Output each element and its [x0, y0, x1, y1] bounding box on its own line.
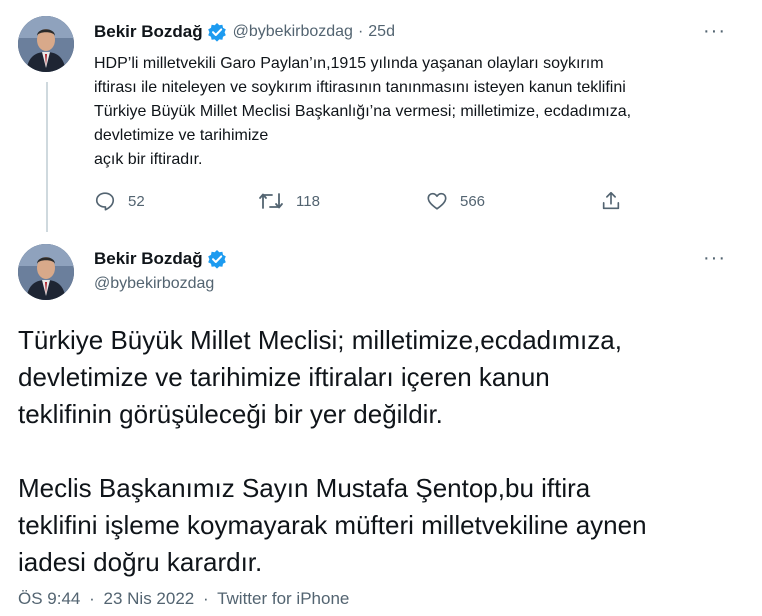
- share-icon: [602, 191, 620, 210]
- meta-separator: ·: [202, 589, 209, 608]
- like-button[interactable]: 566: [426, 190, 485, 212]
- tweet-text-line: teklifinin görüşüleceği bir yer değildir…: [18, 399, 443, 429]
- verified-badge-icon: [207, 249, 227, 269]
- tweet-header: Bekir Bozdağ @bybekirbozdag · 25d: [94, 22, 395, 42]
- tweet-text-line: devletimize ve tarihimize iftiraları içe…: [18, 362, 550, 392]
- tweet-text-line: Türkiye Büyük Millet Meclisi; milletimiz…: [18, 325, 622, 355]
- avatar[interactable]: [18, 244, 74, 300]
- thread-connector-line: [46, 82, 48, 232]
- verified-badge-icon: [207, 22, 227, 42]
- tweet-text-line: HDP’li milletvekili Garo Paylan’ın,1915 …: [94, 55, 604, 72]
- tweet-text-line: devletimize ve tarihimize: [94, 127, 269, 144]
- tweet-actions: 52 118 566: [94, 190, 654, 214]
- author-handle[interactable]: @bybekirbozdag: [233, 23, 353, 41]
- tweet-metadata: ÖS 9:44 · 23 Nis 2022 · Twitter for iPho…: [18, 589, 349, 609]
- like-icon: [427, 192, 447, 210]
- tweet-text-line: iadesi doğru karardır.: [18, 547, 263, 577]
- author-handle[interactable]: @bybekirbozdag: [94, 275, 214, 293]
- tweet-time[interactable]: ÖS 9:44: [18, 589, 80, 608]
- tweet-text-blank: [18, 433, 748, 470]
- author-name[interactable]: Bekir Bozdağ: [94, 22, 203, 42]
- tweet-header: Bekir Bozdağ: [94, 249, 227, 269]
- retweet-icon: [259, 193, 283, 209]
- tweet-text-line: Meclis Başkanımız Sayın Mustafa Şentop,b…: [18, 473, 591, 503]
- tweet-handle-row: @bybekirbozdag: [94, 275, 214, 293]
- tweet-source[interactable]: Twitter for iPhone: [217, 589, 349, 608]
- reply-icon: [95, 192, 115, 211]
- retweet-count: 118: [296, 192, 320, 210]
- tweet-text-line: teklifini işleme koymayarak müfteri mill…: [18, 510, 647, 540]
- tweet-text: HDP’li milletvekili Garo Paylan’ın,1915 …: [94, 52, 734, 172]
- meta-separator: ·: [89, 589, 95, 608]
- like-count: 566: [460, 192, 486, 210]
- share-button[interactable]: [600, 190, 634, 212]
- reply-button[interactable]: 52: [94, 190, 145, 212]
- tweet-age[interactable]: 25d: [368, 23, 395, 41]
- tweet-text-line: Türkiye Büyük Millet Meclisi Başkanlığı’…: [94, 103, 632, 120]
- avatar[interactable]: [18, 16, 74, 72]
- tweet-text-line: açık bir iftiradır.: [94, 151, 203, 168]
- more-icon[interactable]: ···: [703, 247, 726, 270]
- reply-count: 52: [128, 192, 145, 210]
- retweet-button[interactable]: 118: [258, 190, 320, 212]
- author-name[interactable]: Bekir Bozdağ: [94, 249, 203, 269]
- tweet-date[interactable]: 23 Nis 2022: [104, 589, 195, 608]
- header-separator: ·: [357, 23, 364, 40]
- more-icon[interactable]: ···: [703, 20, 726, 43]
- tweet-text: Türkiye Büyük Millet Meclisi; milletimiz…: [18, 322, 748, 581]
- tweet-text-line: iftirası ile niteleyen ve soykırım iftir…: [94, 79, 626, 96]
